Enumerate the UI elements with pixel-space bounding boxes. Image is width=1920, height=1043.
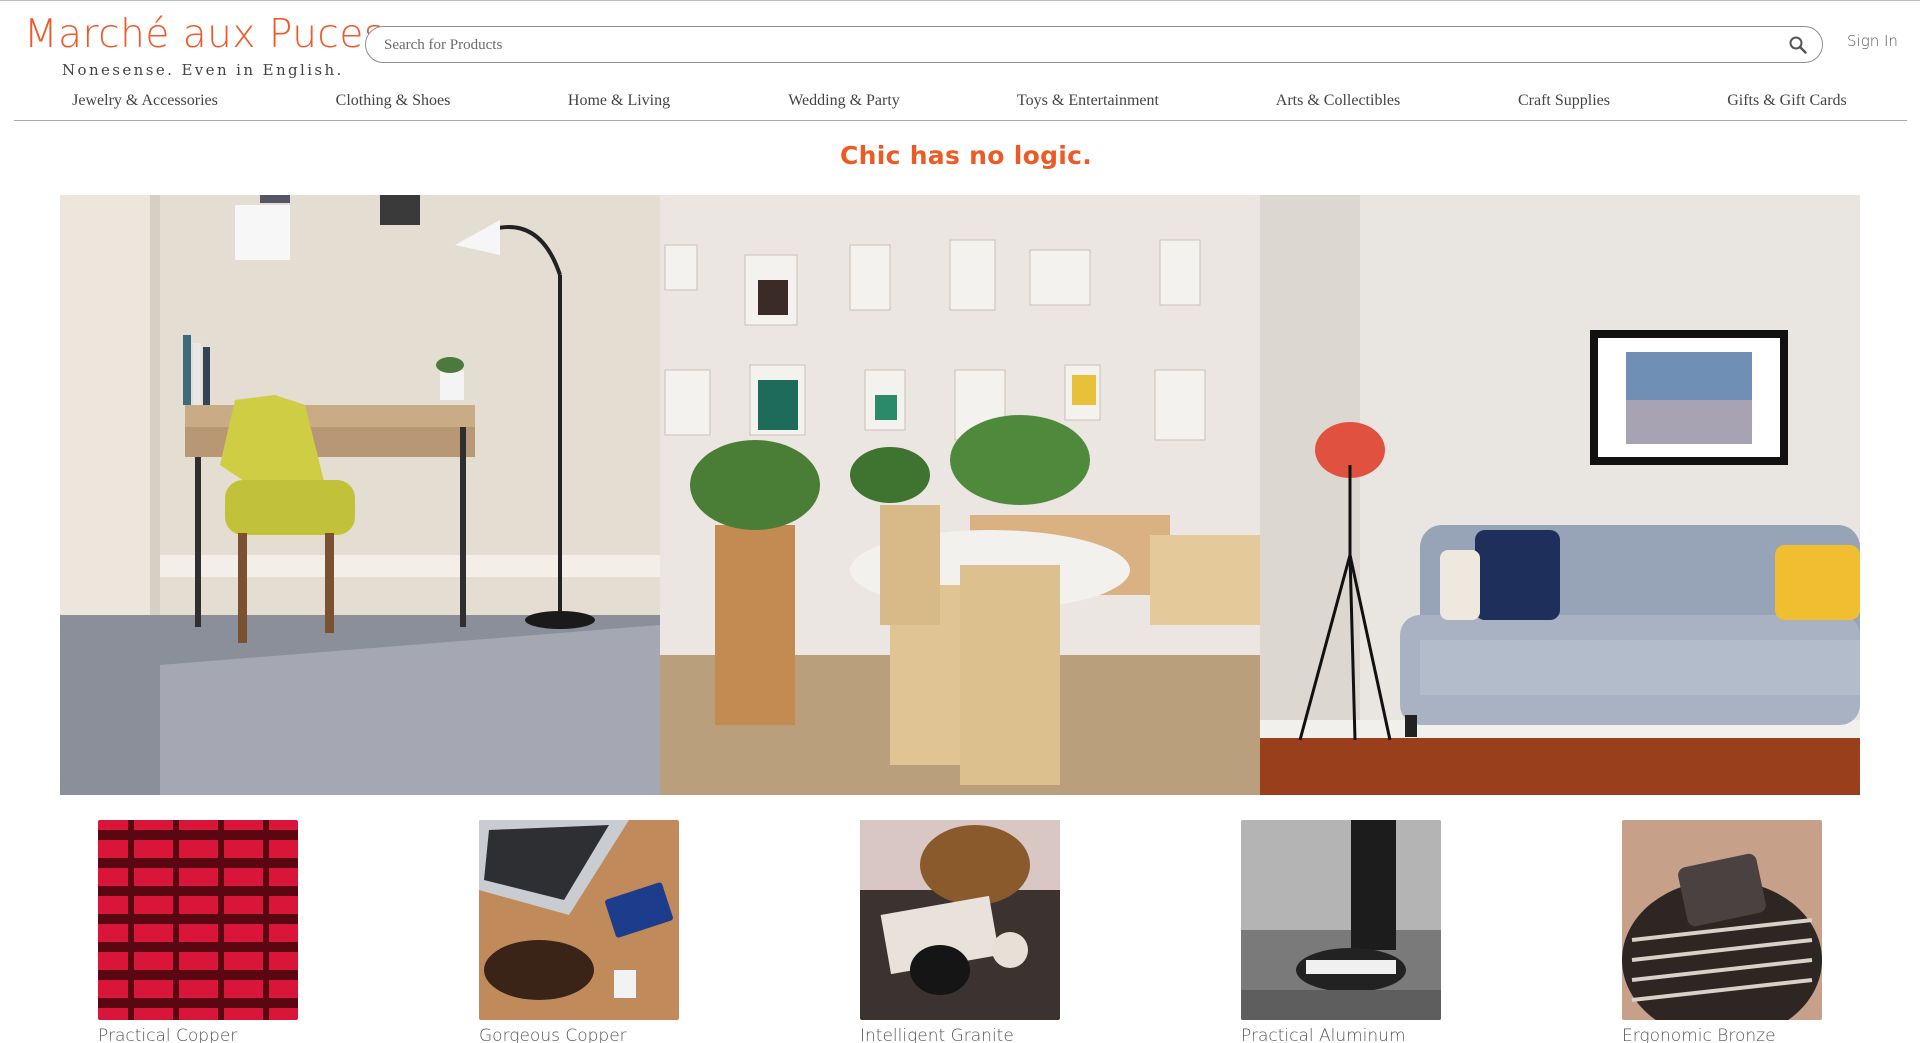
top-border — [0, 0, 1920, 1]
product-name[interactable]: Gorgeous Copper — [479, 1026, 679, 1043]
product-card[interactable]: Intelligent Granite — [860, 820, 1060, 1043]
nav-item-toys[interactable]: Toys & Entertainment — [1017, 92, 1159, 110]
nav-item-arts[interactable]: Arts & Collectibles — [1276, 92, 1400, 110]
hero-image-living-room[interactable] — [1260, 195, 1860, 795]
search-input[interactable] — [384, 34, 1764, 56]
product-image[interactable] — [860, 820, 1060, 1020]
nav-item-jewelry[interactable]: Jewelry & Accessories — [72, 92, 218, 110]
hero-image-desk[interactable] — [60, 195, 660, 795]
product-name[interactable]: Intelligent Granite — [860, 1026, 1060, 1043]
product-name[interactable]: Practical Aluminum — [1241, 1026, 1441, 1043]
product-card[interactable]: Gorgeous Copper — [479, 820, 679, 1043]
hero-image-dining[interactable] — [660, 195, 1260, 795]
hero-banner — [60, 195, 1860, 795]
product-card[interactable]: Practical Aluminum — [1241, 820, 1441, 1043]
nav-item-home[interactable]: Home & Living — [568, 92, 670, 110]
nav-item-gifts[interactable]: Gifts & Gift Cards — [1727, 92, 1847, 110]
nav-item-clothing[interactable]: Clothing & Shoes — [336, 92, 451, 110]
hero-headline: Chic has no logic. — [839, 141, 1093, 170]
site-logo[interactable]: Marché aux Puces — [24, 12, 385, 57]
nav-item-wedding[interactable]: Wedding & Party — [788, 92, 900, 110]
product-image[interactable] — [1622, 820, 1822, 1020]
search-bar[interactable] — [365, 26, 1823, 63]
product-image[interactable] — [98, 820, 298, 1020]
product-card[interactable]: Practical Copper — [98, 820, 298, 1043]
product-image[interactable] — [479, 820, 679, 1020]
product-name[interactable]: Ergonomic Bronze — [1622, 1026, 1822, 1043]
search-icon[interactable] — [1788, 35, 1808, 55]
product-card[interactable]: Ergonomic Bronze — [1622, 820, 1822, 1043]
product-image[interactable] — [1241, 820, 1441, 1020]
site-tagline: Nonesense. Even in English. — [62, 61, 344, 79]
nav-item-craft[interactable]: Craft Supplies — [1518, 92, 1610, 110]
sign-in-link[interactable]: Sign In — [1847, 32, 1898, 50]
category-nav: Jewelry & Accessories Clothing & Shoes H… — [14, 90, 1907, 121]
product-name[interactable]: Practical Copper — [98, 1026, 298, 1043]
